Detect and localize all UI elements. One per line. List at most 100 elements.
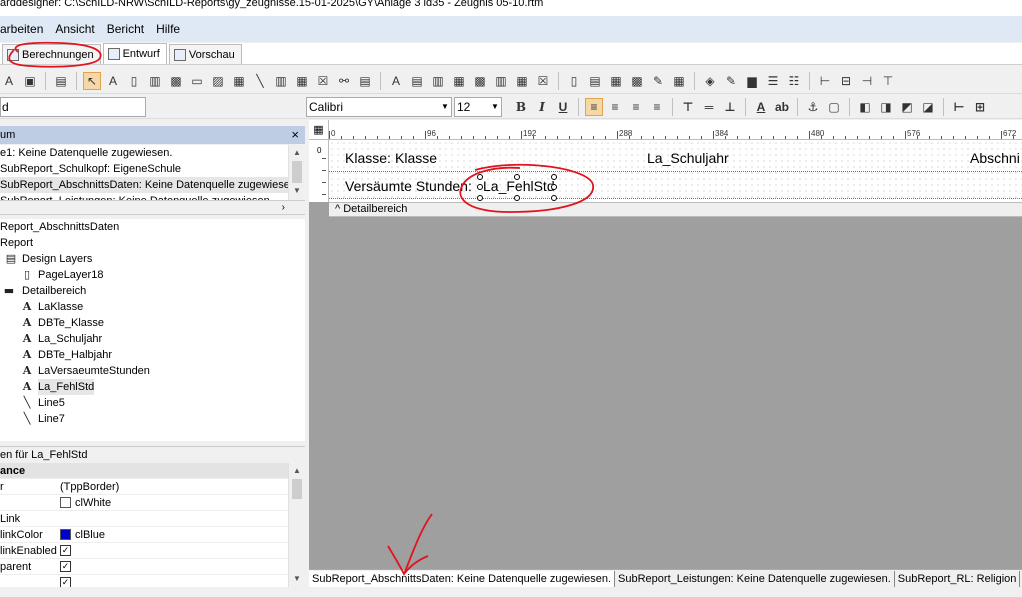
tree-node[interactable]: ╲ Line5 (0, 395, 305, 411)
dbtext-tool-icon[interactable]: A (387, 72, 405, 90)
list-item-selected[interactable]: SubReport_AbschnittsDaten: Keine Datenqu… (0, 177, 305, 193)
line-tool-icon[interactable]: ╲ (251, 72, 269, 90)
selection-handle[interactable] (551, 184, 557, 190)
chevron-up-icon[interactable]: ▲ (289, 145, 305, 161)
tree-node[interactable]: A LaVersaeumteStunden (0, 363, 305, 379)
highlight-color-icon[interactable]: ab (773, 98, 791, 116)
chevron-down-icon[interactable]: ▼ (289, 571, 305, 587)
tree-node[interactable]: A LaKlasse (0, 299, 305, 315)
tree-node[interactable]: A La_Schuljahr (0, 331, 305, 347)
detail-band[interactable]: Klasse: Klasse La_Schuljahr Abschni Vers… (329, 140, 1022, 202)
anchor-top-icon[interactable]: ⊤ (679, 98, 697, 116)
table-tool-icon[interactable]: ▤ (356, 72, 374, 90)
tree-node[interactable]: A DBTe_Halbjahr (0, 347, 305, 363)
checkbox-tool-icon[interactable]: ☒ (314, 72, 332, 90)
property-value[interactable]: ✓ (60, 543, 305, 558)
label-tool-icon[interactable]: A (0, 72, 18, 90)
barcode-tool-icon[interactable]: ▥ (272, 72, 290, 90)
tab-vorschau[interactable]: Vorschau (168, 44, 242, 64)
tree-node[interactable]: ▬ Detailbereich (0, 283, 305, 299)
dbmemo-tool-icon[interactable]: ▤ (408, 72, 426, 90)
property-value[interactable]: clWhite (60, 495, 305, 510)
dbcalc-tool-icon[interactable]: ▦ (450, 72, 468, 90)
klasse-dbtext[interactable]: Klasse (395, 150, 437, 166)
scrollbar-thumb[interactable] (292, 479, 302, 499)
bring-front-icon[interactable]: ◧ (856, 98, 874, 116)
link-tool-icon[interactable]: ⚯ (335, 72, 353, 90)
menu-ansicht[interactable]: Ansicht (49, 18, 100, 40)
versaeumte-stunden-label[interactable]: Versäumte Stunden: (345, 178, 472, 194)
list-item[interactable]: SubReport_Leistungen: Keine Datenquelle … (0, 193, 305, 200)
region-tool-icon[interactable]: ▯ (565, 72, 583, 90)
list-item[interactable]: SubReport_Schulkopf: EigeneSchule (0, 161, 305, 177)
property-value[interactable] (60, 511, 305, 526)
checkbox[interactable]: ✓ (60, 561, 71, 572)
picture-tool-icon[interactable]: ▨ (209, 72, 227, 90)
menu-bericht[interactable]: Bericht (101, 18, 150, 40)
tab-berechnungen[interactable]: Berechnungen (2, 44, 101, 64)
line-color-icon[interactable]: ✎ (722, 72, 740, 90)
font-size-select[interactable]: 12 ▼ (454, 97, 502, 117)
tab-subreport-leistungen[interactable]: SubReport_Leistungen: Keine Datenquelle … (615, 570, 895, 587)
align-left-edges-icon[interactable]: ⊢ (950, 98, 968, 116)
property-value[interactable]: ✓ (60, 575, 305, 587)
property-category[interactable]: ance (0, 463, 305, 479)
align-right-edges-icon[interactable]: ⊣ (858, 72, 876, 90)
chevron-down-icon[interactable]: ▼ (289, 183, 305, 199)
tab-subreport-rl[interactable]: SubReport_RL: Religion (895, 570, 1021, 587)
selection-handle[interactable] (477, 174, 483, 180)
space-evenly-icon[interactable]: ⊞ (971, 98, 989, 116)
klasse-label[interactable]: Klasse: (345, 150, 391, 166)
text-tool-icon[interactable]: A (104, 72, 122, 90)
selection-handle[interactable] (514, 174, 520, 180)
fill-color-icon[interactable]: ◈ (701, 72, 719, 90)
font-name-select[interactable]: Calibri ▼ (306, 97, 452, 117)
report-list-scrollbar[interactable]: ▲ ▼ (288, 145, 305, 200)
bold-button[interactable]: B (512, 98, 530, 116)
scrollbar-track[interactable] (289, 499, 305, 571)
memo-tool-icon[interactable]: ▣ (21, 72, 39, 90)
selection-handle[interactable] (551, 195, 557, 201)
font-color-icon[interactable]: A (752, 98, 770, 116)
report-tree-icon[interactable]: ▤ (52, 72, 70, 90)
line-thickness-icon[interactable]: ☰ (764, 72, 782, 90)
justify-icon[interactable]: ≡ (648, 98, 666, 116)
dbcheckbox-tool-icon[interactable]: ☒ (534, 72, 552, 90)
tree-node-selected[interactable]: A La_FehlStd (0, 379, 305, 395)
menu-hilfe[interactable]: Hilfe (150, 18, 186, 40)
paintbrush-icon[interactable]: ✎ (649, 72, 667, 90)
dbchart-tool-icon[interactable]: ▦ (513, 72, 531, 90)
component-combo[interactable]: d (0, 97, 146, 117)
image-tool-icon[interactable]: ▩ (167, 72, 185, 90)
tree-node[interactable]: ╲ Line7 (0, 411, 305, 427)
chevron-right-icon[interactable]: › (282, 201, 285, 215)
pointer-tool-icon[interactable]: ↖ (83, 71, 101, 90)
close-icon[interactable]: × (291, 126, 299, 144)
order-icon[interactable]: ◩ (898, 98, 916, 116)
italic-button[interactable]: I (533, 98, 551, 116)
anchor-bottom-icon[interactable]: ⊥ (721, 98, 739, 116)
ruler-units-icon[interactable]: ▦ (309, 120, 329, 140)
property-row[interactable]: clWhite (0, 495, 305, 511)
align-tops-icon[interactable]: ⊤ (879, 72, 897, 90)
tree-node[interactable]: ▤ Design Layers (0, 251, 305, 267)
properties-scrollbar[interactable]: ▲ ▼ (288, 463, 305, 587)
list-item[interactable]: e1: Keine Datenquelle zugewiesen. (0, 145, 305, 161)
send-back-icon[interactable]: ◨ (877, 98, 895, 116)
richtext-tool-icon[interactable]: ▯ (125, 72, 143, 90)
tree-node[interactable]: Report (0, 235, 305, 251)
selection-handle[interactable] (477, 195, 483, 201)
align-center-icon[interactable]: ≡ (606, 98, 624, 116)
table-grid-icon[interactable]: ▦ (670, 72, 688, 90)
align-centers-icon[interactable]: ⊟ (837, 72, 855, 90)
chart-tool-icon[interactable]: ▦ (230, 72, 248, 90)
checkbox[interactable]: ✓ (60, 577, 71, 587)
border-icon[interactable]: ▢ (825, 98, 843, 116)
grid-tool-icon[interactable]: ▦ (293, 72, 311, 90)
checkbox[interactable]: ✓ (60, 545, 71, 556)
align-right-icon[interactable]: ≡ (627, 98, 645, 116)
highlight-icon[interactable]: ▆ (743, 72, 761, 90)
line7[interactable] (329, 198, 1022, 199)
property-row[interactable]: r (TppBorder) (0, 479, 305, 495)
selection-handle[interactable] (477, 184, 483, 190)
